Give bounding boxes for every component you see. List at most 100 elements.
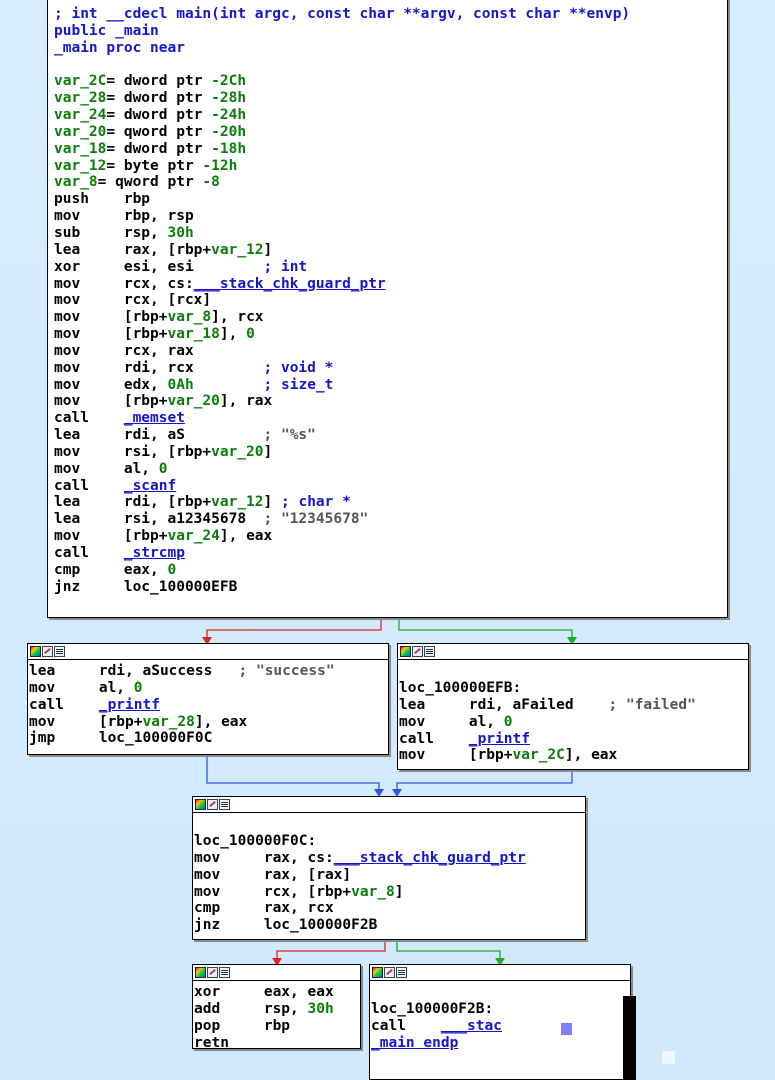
instruction-line[interactable]: pop rbp (194, 1018, 290, 1034)
stack-fail-block[interactable]: loc_100000F2B: call ___stac _main endp (369, 964, 631, 1080)
group-icon[interactable] (219, 967, 230, 978)
instruction-line[interactable]: mov [rbp+var_18], 0 (54, 326, 255, 342)
instruction-line[interactable]: call _scanf (54, 478, 176, 494)
instruction-line[interactable]: mov al, 0 (399, 714, 513, 730)
instruction-line[interactable]: mov rcx, rax (54, 343, 194, 359)
color-icon[interactable] (30, 646, 41, 657)
instruction-line[interactable]: mov [rbp+var_28], eax (29, 714, 247, 730)
stack-var[interactable]: var_18= dword ptr -18h (54, 141, 246, 157)
instruction-line[interactable]: lea rdi, aSuccess ; "success" (29, 663, 335, 679)
instruction-line[interactable]: mov al, 0 (29, 680, 143, 696)
instruction-line[interactable]: mov rdi, rcx ; void * (54, 360, 333, 376)
instruction-line[interactable]: add rsp, 30h (194, 1001, 334, 1017)
loc-label[interactable]: loc_100000F2B: (371, 1001, 493, 1017)
stack-var[interactable]: var_2C= dword ptr -2Ch (54, 73, 246, 89)
instruction-line[interactable]: mov [rbp+var_2C], eax (399, 747, 617, 763)
instruction-line[interactable]: call _printf (399, 731, 530, 747)
stack-var[interactable]: var_24= dword ptr -24h (54, 107, 246, 123)
function-signature-comment: ; int __cdecl main(int argc, const char … (54, 6, 631, 22)
instruction-line[interactable]: call _strcmp (54, 545, 185, 561)
instruction-line[interactable]: jmp loc_100000F0C (29, 730, 212, 746)
color-icon[interactable] (372, 967, 383, 978)
rename-icon[interactable] (207, 967, 218, 978)
node-header (193, 965, 360, 981)
failed-block[interactable]: loc_100000EFB: lea rdi, aFailed ; "faile… (397, 643, 749, 770)
edge-main-to-success (206, 618, 382, 642)
instruction-line[interactable]: sub rsp, 30h (54, 225, 194, 241)
main-block-code: ; int __cdecl main(int argc, const char … (54, 6, 630, 596)
edge-main-to-failed (398, 618, 573, 642)
instruction-line[interactable]: lea rdi, [rbp+var_12] ; char * (54, 494, 351, 510)
instruction-line[interactable]: mov rbp, rsp (54, 208, 194, 224)
proc-symbol[interactable]: _main (54, 40, 98, 56)
instruction-line[interactable]: mov rcx, [rbp+var_8] (194, 884, 404, 900)
color-icon[interactable] (195, 967, 206, 978)
instruction-line[interactable]: push rbp (54, 191, 150, 207)
stack-check-block[interactable]: loc_100000F0C: mov rax, cs:___stack_chk_… (192, 796, 586, 940)
instruction-line[interactable]: mov rcx, cs:___stack_chk_guard_ptr (54, 276, 386, 292)
stack-var[interactable]: var_20= qword ptr -20h (54, 124, 246, 140)
instruction-line[interactable]: cmp eax, 0 (54, 562, 176, 578)
stack-chk-fail-call[interactable]: call ___stac (371, 1018, 502, 1034)
rename-icon[interactable] (42, 646, 53, 657)
check-instructions: loc_100000F0C: mov rax, cs:___stack_chk_… (194, 833, 526, 934)
public-keyword: public (54, 22, 107, 39)
return-instructions: xor eax, eax add rsp, 30h pop rbp retn (194, 984, 334, 1051)
node-header (398, 644, 748, 660)
rename-icon[interactable] (207, 799, 218, 810)
instruction-line[interactable]: mov edx, 0Ah ; size_t (54, 377, 333, 393)
rename-icon[interactable] (412, 646, 423, 657)
instruction-line[interactable]: call _memset (54, 410, 185, 426)
rename-icon[interactable] (384, 967, 395, 978)
group-icon[interactable] (54, 646, 65, 657)
instruction-line[interactable]: mov rax, [rax] (194, 867, 351, 883)
instruction-line[interactable]: jnz loc_100000F2B (194, 917, 377, 933)
loc-label[interactable]: loc_100000F0C: (194, 833, 316, 849)
stack-var[interactable]: var_8= qword ptr -8 (54, 174, 220, 190)
group-icon[interactable] (219, 799, 230, 810)
edge-failed-to-check (396, 770, 573, 795)
instruction-line[interactable]: cmp rax, rcx (194, 900, 334, 916)
instruction-line[interactable]: lea rdi, aS ; "%s" (54, 427, 316, 443)
instruction-line[interactable]: lea rdi, aFailed ; "failed" (399, 697, 696, 713)
vertical-scrollbar[interactable] (623, 996, 636, 1080)
instruction-line[interactable]: lea rsi, a12345678 ; "12345678" (54, 511, 368, 527)
stack-var[interactable]: var_12= byte ptr -12h (54, 158, 237, 174)
instruction-line[interactable]: lea rax, [rbp+var_12] (54, 242, 272, 258)
instruction-line[interactable]: mov rcx, [rcx] (54, 292, 211, 308)
instruction-line[interactable]: xor eax, eax (194, 984, 334, 1000)
public-symbol[interactable]: _main (115, 23, 159, 39)
node-header (28, 644, 388, 660)
success-instructions: lea rdi, aSuccess ; "success" mov al, 0 … (29, 663, 335, 747)
edge-success-to-check (206, 755, 380, 795)
instruction-line[interactable]: mov rax, cs:___stack_chk_guard_ptr (194, 850, 526, 866)
color-icon[interactable] (195, 799, 206, 810)
instruction-line[interactable]: mov rsi, [rbp+var_20] (54, 444, 272, 460)
instruction-line[interactable]: call _printf (29, 697, 160, 713)
color-icon[interactable] (400, 646, 411, 657)
group-icon[interactable] (396, 967, 407, 978)
edge-check-to-return (276, 940, 386, 963)
overview-marker (662, 1051, 675, 1064)
loc-label[interactable]: loc_100000EFB: (399, 680, 521, 696)
edge-check-to-failstack (396, 940, 501, 963)
instruction-line[interactable]: retn (194, 1035, 229, 1051)
return-block[interactable]: xor eax, eax add rsp, 30h pop rbp retn (192, 964, 361, 1051)
instruction-line[interactable]: jnz loc_100000EFB (54, 579, 237, 595)
selection-marker (561, 1023, 572, 1035)
node-header (370, 965, 630, 981)
success-block[interactable]: lea rdi, aSuccess ; "success" mov al, 0 … (27, 643, 389, 755)
instruction-line[interactable]: mov [rbp+var_20], rax (54, 393, 272, 409)
group-icon[interactable] (424, 646, 435, 657)
failed-instructions: loc_100000EFB: lea rdi, aFailed ; "faile… (399, 680, 696, 764)
instruction-line[interactable]: mov al, 0 (54, 461, 168, 477)
ida-graph-view: { "main_block": { "signature": "; int __… (0, 0, 775, 1080)
stack-var[interactable]: var_28= dword ptr -28h (54, 90, 246, 106)
failstack-instructions: loc_100000F2B: call ___stac _main endp (371, 1001, 502, 1052)
proc-near: proc near (106, 39, 185, 56)
instruction-line[interactable]: mov [rbp+var_24], eax (54, 528, 272, 544)
instruction-line[interactable]: xor esi, esi ; int (54, 259, 307, 275)
main-instructions: push rbp mov rbp, rsp sub rsp, 30h lea r… (54, 191, 386, 594)
instruction-line[interactable]: mov [rbp+var_8], rcx (54, 309, 264, 325)
main-block[interactable]: ; int __cdecl main(int argc, const char … (47, 0, 728, 618)
